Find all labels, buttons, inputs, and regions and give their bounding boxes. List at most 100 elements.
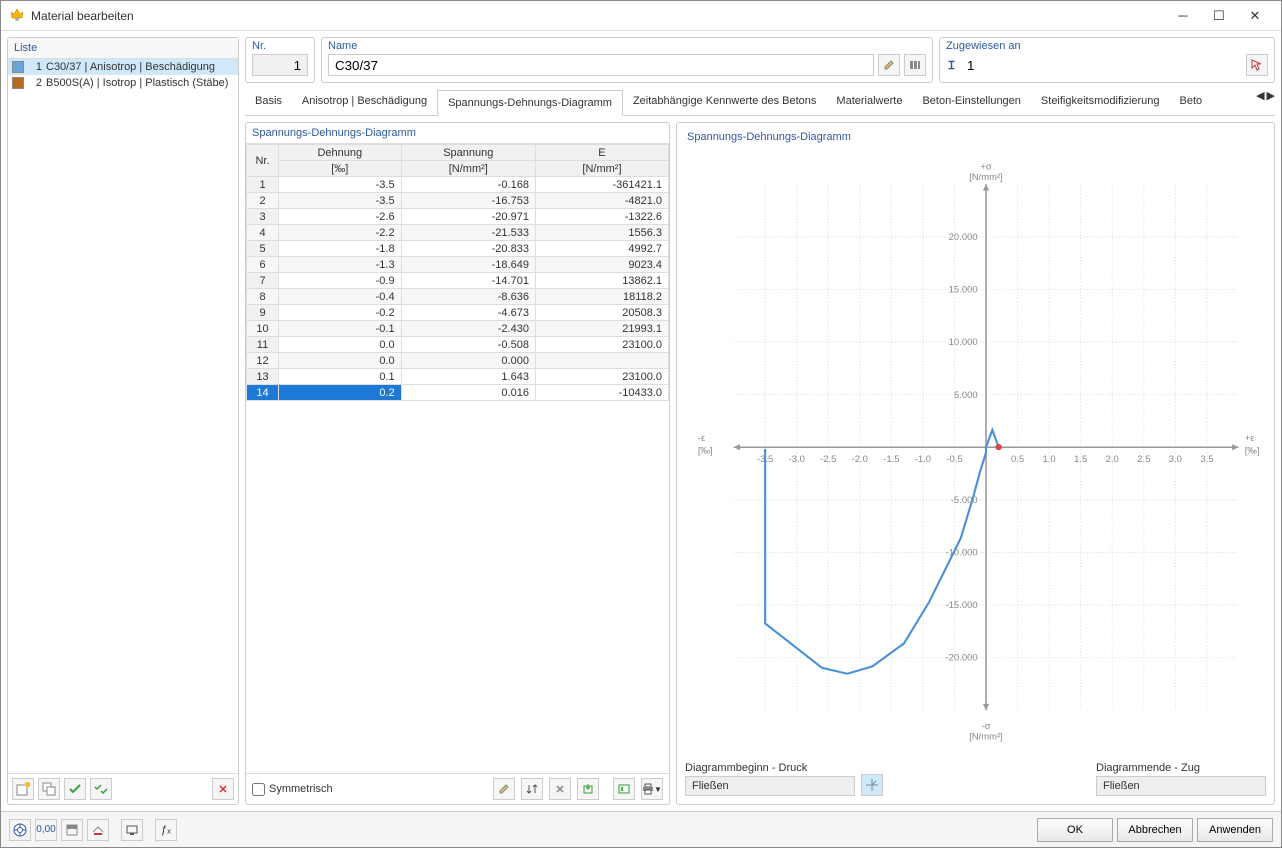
- assigned-input[interactable]: [961, 54, 1242, 76]
- tab-bar: BasisAnisotrop | BeschädigungSpannungs-D…: [245, 89, 1275, 116]
- material-list-panel: Liste 1C30/37 | Anisotrop | Beschädigung…: [7, 37, 239, 805]
- table-row[interactable]: 2-3.5-16.753-4821.0: [247, 193, 669, 209]
- table-row[interactable]: 9-0.2-4.67320508.3: [247, 305, 669, 321]
- function-icon[interactable]: ƒₓ: [155, 819, 177, 841]
- material-color-swatch: [12, 77, 24, 89]
- col-dehnung: Dehnung: [279, 145, 402, 161]
- diagram-begin-box: Diagrammbeginn - Druck Fließen: [685, 762, 855, 796]
- material-list[interactable]: 1C30/37 | Anisotrop | Beschädigung2B500S…: [8, 59, 238, 773]
- svg-text:-ε: -ε: [698, 433, 706, 444]
- table-row[interactable]: 7-0.9-14.70113862.1: [247, 273, 669, 289]
- units-icon[interactable]: 0,00: [35, 819, 57, 841]
- table-row[interactable]: 3-2.6-20.971-1322.6: [247, 209, 669, 225]
- list-item[interactable]: 1C30/37 | Anisotrop | Beschädigung: [8, 59, 238, 75]
- stress-strain-table[interactable]: Nr. Dehnung Spannung E [‰] [N/mm²] [N/mm…: [246, 144, 669, 401]
- list-header: Liste: [8, 38, 238, 59]
- table-row[interactable]: 130.11.64323100.0: [247, 369, 669, 385]
- svg-text:10.000: 10.000: [949, 337, 978, 348]
- apply-button[interactable]: Anwenden: [1197, 818, 1273, 842]
- minimize-button[interactable]: ─: [1165, 4, 1201, 28]
- svg-text:-0.5: -0.5: [946, 454, 962, 465]
- close-button[interactable]: ✕: [1237, 4, 1273, 28]
- diagram-begin-value: Fließen: [685, 776, 855, 796]
- symmetrisch-checkbox[interactable]: Symmetrisch: [252, 783, 333, 796]
- member-icon: Ｉ: [946, 57, 957, 73]
- material-name-input[interactable]: [328, 54, 874, 76]
- tab[interactable]: Basis: [245, 89, 292, 115]
- svg-text:-2.0: -2.0: [852, 454, 868, 465]
- tab[interactable]: Materialwerte: [826, 89, 912, 115]
- export-excel-icon[interactable]: [613, 778, 635, 800]
- svg-text:3.0: 3.0: [1169, 454, 1182, 465]
- svg-text:2.0: 2.0: [1106, 454, 1119, 465]
- ok-button[interactable]: OK: [1037, 818, 1113, 842]
- tab[interactable]: Spannungs-Dehnungs-Diagramm: [437, 90, 623, 116]
- svg-text:[‰]: [‰]: [698, 446, 713, 457]
- tab[interactable]: Zeitabhängige Kennwerte des Betons: [623, 89, 826, 115]
- data-table-panel: Spannungs-Dehnungs-Diagramm Nr. Dehnung …: [245, 122, 670, 805]
- table-row[interactable]: 1-3.5-0.168-361421.1: [247, 177, 669, 193]
- svg-text:-σ: -σ: [982, 721, 991, 732]
- table-row[interactable]: 8-0.4-8.63618118.2: [247, 289, 669, 305]
- help-icon[interactable]: [9, 819, 31, 841]
- table-row[interactable]: 6-1.3-18.6499023.4: [247, 257, 669, 273]
- svg-text:1.0: 1.0: [1043, 454, 1056, 465]
- chart-panel: Spannungs-Dehnungs-Diagramm -3.5-3.0-2.5…: [676, 122, 1275, 805]
- assigned-field-box: Zugewiesen an Ｉ: [939, 37, 1275, 83]
- table-row[interactable]: 10-0.1-2.43021993.1: [247, 321, 669, 337]
- list-item[interactable]: 2B500S(A) | Isotrop | Plastisch (Stäbe): [8, 75, 238, 91]
- svg-text:20.000: 20.000: [949, 232, 978, 243]
- tab[interactable]: Beton-Einstellungen: [912, 89, 1030, 115]
- svg-text:-1.0: -1.0: [915, 454, 931, 465]
- check-all-icon[interactable]: [90, 778, 112, 800]
- pick-assign-icon[interactable]: [1246, 54, 1268, 76]
- app-icon: [9, 8, 25, 24]
- dialog-bottom-bar: 0,00 ƒₓ OK Abbrechen Anwenden: [1, 811, 1281, 847]
- tab-scroll-left-icon[interactable]: ◀: [1256, 89, 1264, 102]
- table-row[interactable]: 120.00.000: [247, 353, 669, 369]
- edit-row-icon[interactable]: [493, 778, 515, 800]
- maximize-button[interactable]: ☐: [1201, 4, 1237, 28]
- table-row[interactable]: 4-2.2-21.5331556.3: [247, 225, 669, 241]
- settings-icon[interactable]: [61, 819, 83, 841]
- edit-name-icon[interactable]: [878, 54, 900, 76]
- svg-text:-15.000: -15.000: [946, 600, 978, 611]
- check-icon[interactable]: [64, 778, 86, 800]
- svg-text:-3.0: -3.0: [789, 454, 805, 465]
- tab[interactable]: Anisotrop | Beschädigung: [292, 89, 437, 115]
- cancel-button[interactable]: Abbrechen: [1117, 818, 1193, 842]
- svg-text:-20.000: -20.000: [946, 653, 978, 664]
- svg-text:-1.5: -1.5: [883, 454, 899, 465]
- diagram-toggle-icon[interactable]: [861, 774, 883, 796]
- tab-scroll-right-icon[interactable]: ▶: [1267, 89, 1275, 102]
- window-title: Material bearbeiten: [31, 9, 1165, 23]
- table-row[interactable]: 140.20.016-10433.0: [247, 385, 669, 401]
- table-row[interactable]: 110.0-0.50823100.0: [247, 337, 669, 353]
- display-icon[interactable]: [121, 819, 143, 841]
- view-icon[interactable]: [87, 819, 109, 841]
- svg-text:15.000: 15.000: [949, 285, 978, 296]
- svg-text:-2.5: -2.5: [820, 454, 836, 465]
- diagram-end-value: Fließen: [1096, 776, 1266, 796]
- material-nr-input[interactable]: [252, 54, 308, 76]
- col-nr: Nr.: [247, 145, 279, 177]
- svg-text:5.000: 5.000: [954, 390, 978, 401]
- chart-title: Spannungs-Dehnungs-Diagramm: [681, 127, 1270, 147]
- delete-row-icon[interactable]: ✕: [549, 778, 571, 800]
- tab[interactable]: Steifigkeitsmodifizierung: [1031, 89, 1170, 115]
- title-bar: Material bearbeiten ─ ☐ ✕: [1, 1, 1281, 31]
- svg-text:[‰]: [‰]: [1245, 446, 1260, 457]
- svg-text:0.5: 0.5: [1011, 454, 1024, 465]
- print-icon[interactable]: ▼: [641, 778, 663, 800]
- copy-material-icon[interactable]: [38, 778, 60, 800]
- table-row[interactable]: 5-1.8-20.8334992.7: [247, 241, 669, 257]
- svg-text:+σ: +σ: [980, 162, 992, 173]
- col-spannung: Spannung: [401, 145, 535, 161]
- tab[interactable]: Beto: [1170, 89, 1213, 115]
- new-material-icon[interactable]: [12, 778, 34, 800]
- diagram-end-box: Diagrammende - Zug Fließen: [1096, 762, 1266, 796]
- sort-icon[interactable]: [521, 778, 543, 800]
- library-icon[interactable]: [904, 54, 926, 76]
- delete-material-icon[interactable]: ✕: [212, 778, 234, 800]
- import-icon[interactable]: [577, 778, 599, 800]
